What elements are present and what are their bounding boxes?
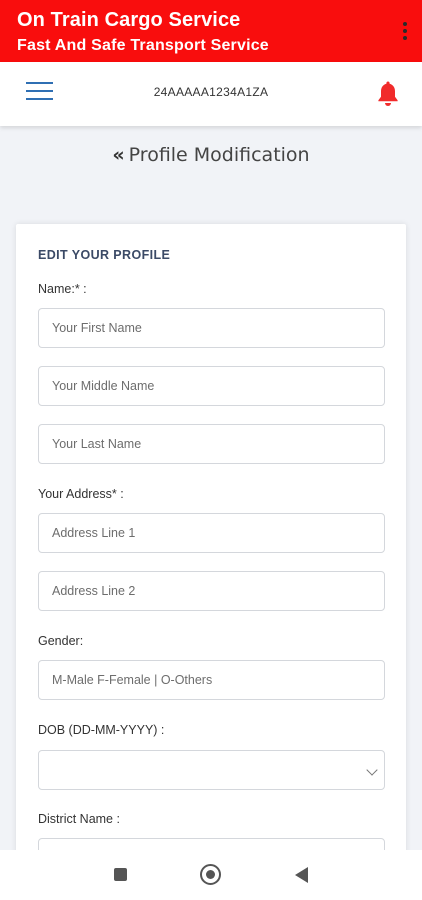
double-chevron-left-icon[interactable]: « [112, 144, 124, 166]
address-line1-input[interactable] [38, 513, 385, 553]
chevron-down-icon [366, 764, 378, 776]
dob-label: DOB (DD-MM-YYYY) : [38, 723, 165, 737]
page-title-text: Profile Modification [128, 144, 310, 166]
section-title: EDIT YOUR PROFILE [38, 248, 171, 262]
gender-input[interactable] [38, 660, 385, 700]
dob-select[interactable] [38, 750, 385, 790]
first-name-input[interactable] [38, 308, 385, 348]
more-vert-icon[interactable] [402, 22, 408, 40]
address-line2-input[interactable] [38, 571, 385, 611]
edit-profile-card: EDIT YOUR PROFILE Name:* : Your Address*… [16, 224, 406, 864]
district-label: District Name : [38, 812, 120, 826]
top-nav: 24AAAAA1234A1ZA [0, 62, 422, 126]
name-label: Name:* : [38, 282, 87, 296]
recents-square-icon[interactable] [114, 868, 127, 881]
home-circle-icon[interactable] [200, 864, 221, 885]
system-nav-bar [0, 850, 422, 900]
gender-label: Gender: [38, 634, 84, 648]
app-bar: On Train Cargo Service Fast And Safe Tra… [0, 0, 422, 62]
app-subtitle: Fast And Safe Transport Service [17, 37, 269, 54]
bell-icon[interactable] [376, 80, 400, 106]
middle-name-input[interactable] [38, 366, 385, 406]
app-title: On Train Cargo Service [17, 9, 241, 31]
gst-number: 24AAAAA1234A1ZA [153, 85, 269, 99]
address-label: Your Address* : [38, 487, 124, 501]
back-triangle-icon[interactable] [295, 867, 308, 883]
last-name-input[interactable] [38, 424, 385, 464]
page-title: «Profile Modification [0, 144, 422, 166]
